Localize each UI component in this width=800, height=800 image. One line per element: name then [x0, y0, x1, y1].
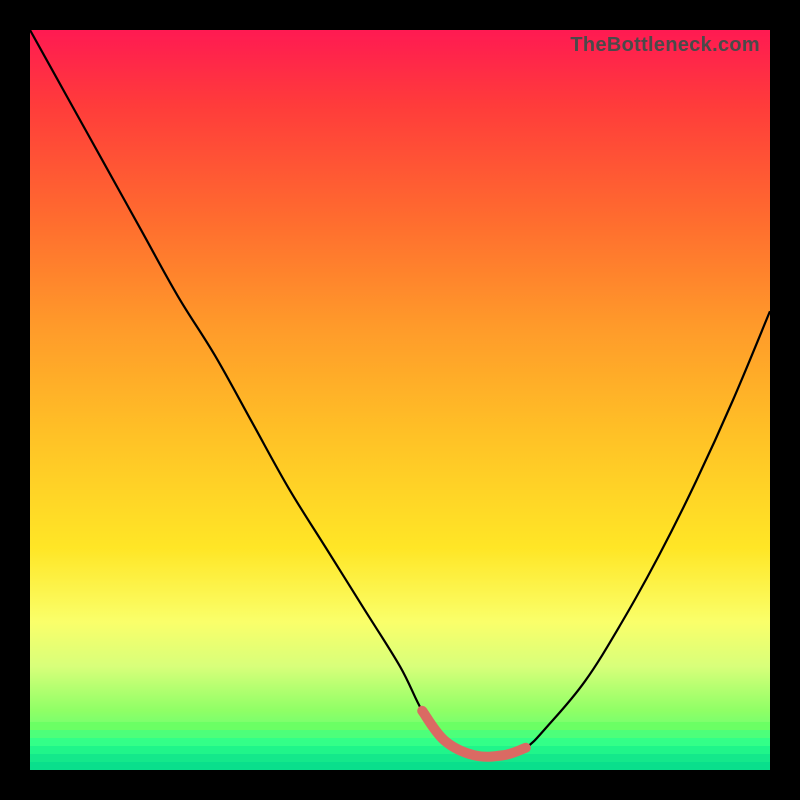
- bottleneck-curve: [30, 30, 770, 757]
- bottleneck-curve-svg: [30, 30, 770, 770]
- accent-segment: [422, 711, 526, 757]
- chart-frame: TheBottleneck.com: [0, 0, 800, 800]
- plot-area: TheBottleneck.com: [30, 30, 770, 770]
